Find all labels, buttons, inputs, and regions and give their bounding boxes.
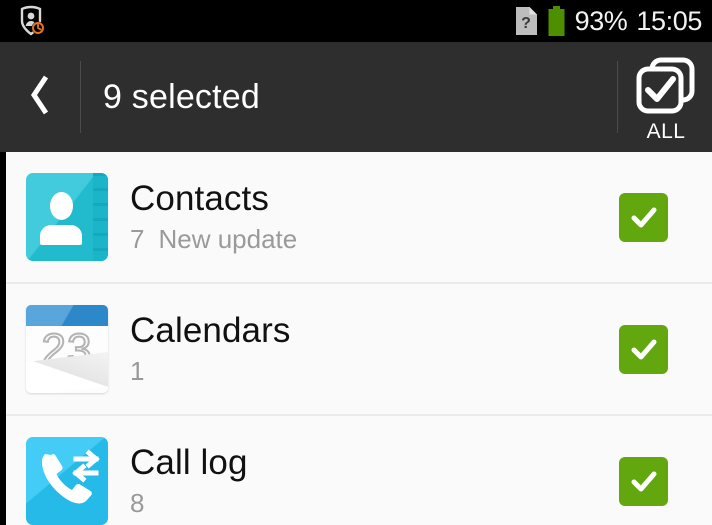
- list-item[interactable]: Call log 8: [0, 416, 712, 525]
- screen-left-edge-strip: [0, 152, 6, 525]
- check-icon: [631, 471, 656, 492]
- calendar-icon: 23: [26, 305, 108, 393]
- list-item-texts: Call log 8: [108, 444, 619, 517]
- svg-text:?: ?: [521, 15, 531, 32]
- select-all-label: ALL: [646, 120, 686, 143]
- clock-label: 15:05: [636, 5, 702, 36]
- list-item[interactable]: Contacts 7 New update: [0, 152, 712, 284]
- status-bar-left-icons: [0, 5, 48, 37]
- list-item-count: 7: [130, 224, 145, 255]
- page-title: 9 selected: [103, 77, 260, 116]
- sim-card-question-icon: ?: [515, 6, 538, 36]
- select-all-checkbox-icon: [635, 56, 697, 119]
- status-bar-right-cluster: ? 93% 15:05: [515, 5, 712, 37]
- status-bar: ? 93% 15:05: [0, 0, 712, 42]
- backup-items-list[interactable]: Contacts 7 New update 23 Calendars 1 Cal…: [0, 152, 712, 525]
- battery-percent-label: 93%: [574, 5, 628, 36]
- contacts-book-icon: [26, 173, 108, 261]
- list-item[interactable]: 23 Calendars 1: [0, 284, 712, 416]
- list-item-subtitle: 7 New update: [130, 225, 619, 254]
- action-bar-divider-right: [617, 61, 618, 133]
- list-item-subtitle: 8: [130, 489, 619, 518]
- list-item-title: Calendars: [130, 311, 291, 351]
- list-item-count: 8: [130, 488, 145, 519]
- list-item-title: Call log: [130, 443, 248, 483]
- list-item-subtitle: 1: [130, 357, 619, 386]
- list-item-texts: Contacts 7 New update: [108, 180, 619, 253]
- list-item-status: New update: [158, 224, 298, 255]
- call-log-icon: [26, 437, 108, 525]
- item-checkbox[interactable]: [619, 456, 668, 506]
- back-button[interactable]: [0, 42, 80, 152]
- phone-screen: ? 93% 15:05 9 selected ALL Contacts 7 Ne…: [0, 0, 712, 525]
- list-item-title: Contacts: [130, 179, 269, 219]
- list-item-count: 1: [130, 356, 145, 387]
- item-checkbox[interactable]: [619, 324, 668, 374]
- list-item-texts: Calendars 1: [108, 312, 619, 385]
- check-icon: [631, 207, 656, 228]
- action-bar: 9 selected ALL: [0, 42, 712, 152]
- back-chevron-icon: [27, 73, 53, 122]
- item-checkbox[interactable]: [619, 192, 668, 242]
- battery-icon: [547, 5, 566, 37]
- select-all-button[interactable]: ALL: [620, 42, 712, 152]
- contact-sync-icon: [18, 5, 48, 37]
- check-icon: [631, 339, 656, 360]
